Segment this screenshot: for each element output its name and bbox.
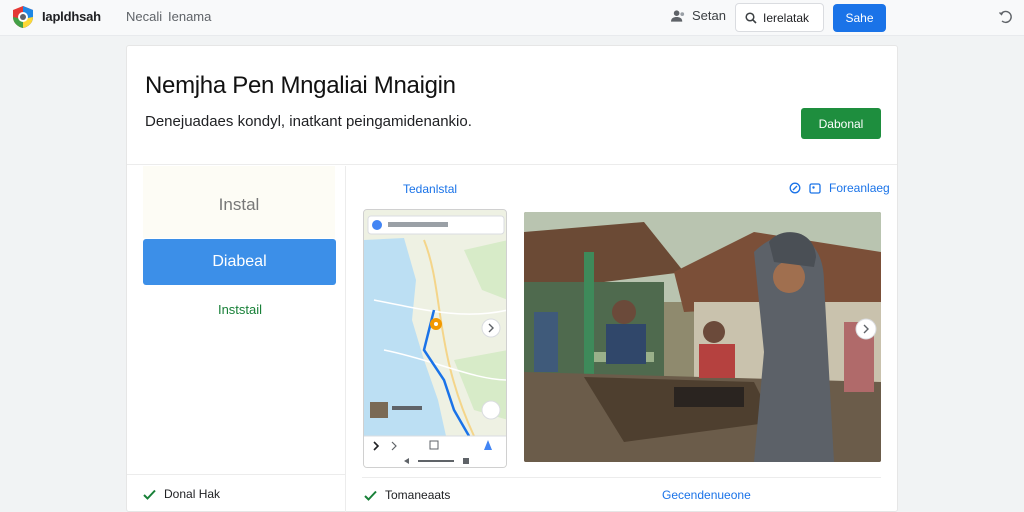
right-footer: Tomaneaats Gecendenueone (362, 477, 881, 511)
main-card: Nemjha Pen Mngaliai Mnaigin Denejuadaes … (126, 45, 898, 512)
install-link[interactable]: Inststail (127, 302, 353, 317)
primary-action-button[interactable]: Dabonal (801, 108, 881, 139)
download-button[interactable]: Diabeal (143, 239, 336, 285)
top-action-group: Foreanlaeg (789, 181, 890, 195)
card-header: Nemjha Pen Mngaliai Mnaigin Denejuadaes … (127, 46, 897, 165)
footer-left-label: Tomaneaats (385, 488, 451, 502)
user-menu[interactable]: Setan (671, 8, 726, 23)
section-label[interactable]: Tedanlstal (403, 182, 457, 196)
search-label: Ierelatak (763, 10, 810, 25)
footer-check-item-right[interactable]: Tomaneaats (364, 488, 450, 502)
map-screenshot[interactable] (363, 209, 507, 468)
photo-image (524, 212, 881, 462)
search-icon (745, 11, 757, 24)
info-icon[interactable] (789, 182, 801, 194)
nav-link-necali[interactable]: Necali (126, 9, 162, 24)
app-name: Iapldhsah (42, 9, 101, 24)
install-title: Instal (218, 195, 260, 214)
install-box: Instal (143, 166, 335, 238)
gallery-photo[interactable] (524, 212, 881, 462)
search-button[interactable]: Ierelatak (735, 3, 824, 32)
app-logo-icon[interactable] (11, 5, 35, 29)
refresh-icon[interactable] (998, 9, 1014, 25)
user-label: Setan (692, 8, 726, 23)
left-footer: Donal Hak (127, 474, 346, 512)
map-image (364, 210, 506, 467)
footer-right-link[interactable]: Gecendenueone (662, 488, 751, 502)
top-action-label[interactable]: Foreanlaeg (829, 181, 890, 195)
image-icon (809, 182, 821, 194)
top-bar: Iapldhsah Necali Ienama Setan Ierelatak … (0, 0, 1024, 36)
check-icon (143, 489, 156, 500)
page-title: Nemjha Pen Mngaliai Mnaigin (145, 72, 456, 99)
footer-check-item[interactable]: Donal Hak (143, 487, 220, 501)
check-icon (364, 490, 377, 501)
footer-check-label: Donal Hak (164, 487, 221, 501)
user-icon (671, 9, 685, 22)
page-subtitle: Denejuadaes kondyl, inatkant peingamiden… (145, 113, 472, 130)
share-button[interactable]: Sahe (833, 4, 886, 32)
install-panel: Instal Diabeal Inststail Donal Hak (127, 166, 346, 512)
nav-link-ienama[interactable]: Ienama (168, 9, 211, 24)
